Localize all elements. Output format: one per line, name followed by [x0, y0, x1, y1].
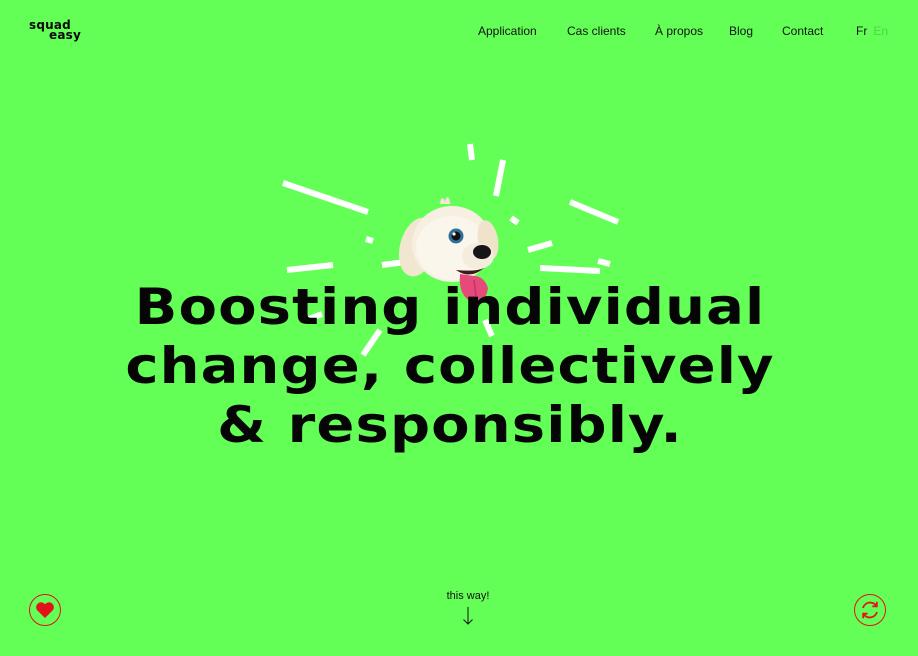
favorite-button[interactable] [29, 594, 61, 626]
burst-ray [365, 236, 374, 244]
heart-icon [36, 602, 54, 618]
burst-ray [597, 258, 611, 267]
hero-headline-line1: Boosting individual [134, 278, 766, 336]
burst-ray [286, 262, 334, 273]
scroll-cue[interactable]: this way! [418, 590, 518, 626]
language-en[interactable]: En [873, 24, 888, 38]
hero-headline: Boosting individual change, collectively… [13, 278, 887, 455]
nav-item-contact[interactable]: Contact [782, 24, 823, 38]
refresh-button[interactable] [854, 594, 886, 626]
hero-headline-line3: & responsibly. [217, 396, 683, 454]
nav-item-a-propos[interactable]: À propos [655, 24, 703, 38]
burst-ray [493, 159, 506, 197]
burst-ray [282, 180, 369, 215]
arrow-down-icon [463, 607, 473, 625]
burst-ray [539, 265, 601, 274]
hero-headline-line2: change, collectively [125, 337, 775, 395]
burst-ray [568, 199, 620, 225]
language-fr[interactable]: Fr [856, 24, 867, 38]
language-switcher: Fr En [856, 24, 888, 38]
brand-logo[interactable]: squad easy [29, 19, 81, 41]
nav-item-cas-clients[interactable]: Cas clients [567, 24, 626, 38]
nav-item-application[interactable]: Application [478, 24, 537, 38]
burst-ray [527, 240, 553, 253]
nav-item-blog[interactable]: Blog [729, 24, 753, 38]
scroll-cue-label: this way! [446, 590, 490, 602]
refresh-icon [862, 601, 878, 619]
burst-ray [509, 215, 520, 226]
burst-ray [467, 143, 475, 161]
